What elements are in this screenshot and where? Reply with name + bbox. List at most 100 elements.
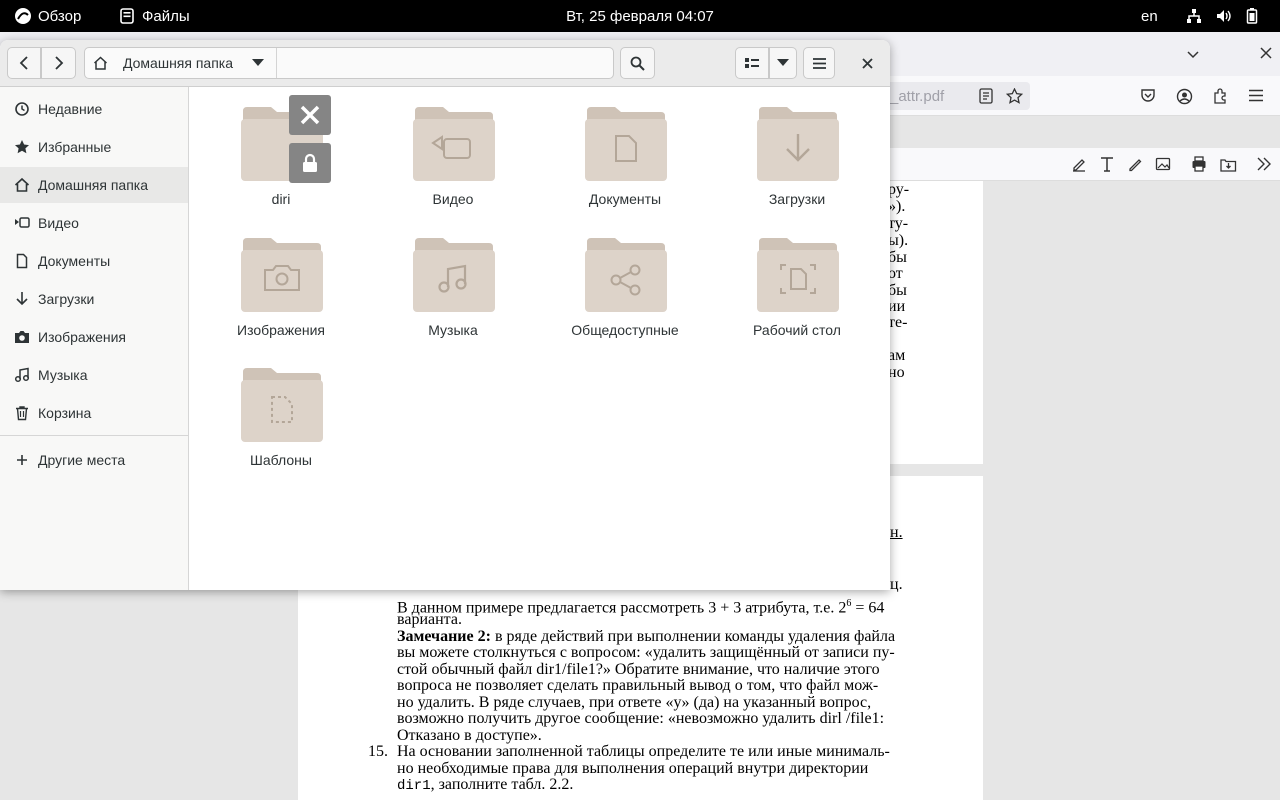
files-app-icon (120, 8, 134, 24)
volume-icon (1217, 10, 1231, 22)
file-item-desktop[interactable]: Рабочий стол (711, 218, 883, 338)
close-window-button[interactable] (852, 47, 882, 79)
chevron-left-icon (19, 56, 28, 70)
sidebar-separator (0, 435, 188, 436)
pdf-line: варианта. (397, 611, 462, 628)
crumb-menu-triangle-icon[interactable] (252, 59, 264, 67)
tab-list-chevron-icon[interactable] (1186, 47, 1200, 61)
sidebar-item-documents[interactable]: Документы (0, 243, 188, 279)
video-folder-icon (413, 107, 495, 181)
sidebar-item-pictures[interactable]: Изображения (0, 319, 188, 355)
documents-folder-icon (585, 107, 667, 181)
pdf-line: те- (888, 314, 908, 331)
file-item-name: Изображения (237, 322, 325, 338)
sidebar-item-label: Избранные (38, 139, 112, 155)
unreadable-emblem-icon (289, 95, 331, 135)
save-pdf-icon[interactable] (1220, 156, 1237, 172)
places-sidebar: Недавние Избранные Домашняя папка Видео … (0, 87, 189, 590)
sidebar-item-home[interactable]: Домашняя папка (0, 167, 188, 203)
hamburger-menu-icon (812, 57, 826, 69)
sidebar-item-downloads[interactable]: Загрузки (0, 281, 188, 317)
pdf-line: ру- (888, 181, 910, 198)
print-icon[interactable] (1191, 156, 1207, 172)
file-item-pictures[interactable]: Изображения (195, 218, 367, 338)
search-button[interactable] (620, 47, 655, 79)
clock-icon (15, 102, 29, 116)
close-icon (861, 57, 873, 69)
network-icon (1187, 9, 1201, 23)
desktop-folder-icon (757, 238, 839, 312)
files-grid: diri Видео Документы Загрузки Изображени… (189, 87, 890, 590)
draw-tool-icon[interactable] (1127, 156, 1143, 172)
search-icon (630, 56, 645, 71)
file-item-name: Рабочий стол (753, 322, 841, 338)
sidebar-item-label: Домашняя папка (38, 177, 149, 193)
sidebar-item-starred[interactable]: Избранные (0, 129, 188, 165)
file-item-templates[interactable]: Шаблоны (195, 348, 367, 468)
account-icon[interactable] (1176, 88, 1193, 105)
file-item-downloads[interactable]: Загрузки (711, 87, 883, 207)
lock-emblem-icon (289, 143, 331, 183)
public-share-folder-icon (585, 238, 667, 312)
pictures-folder-icon (241, 238, 323, 312)
file-manager-window: Домашняя папка Недавние Избранные Домашн… (0, 40, 890, 590)
sidebar-item-label: Музыка (38, 367, 88, 383)
text-tool-icon[interactable] (1099, 156, 1115, 172)
list-view-icon (745, 58, 759, 68)
path-crumb-home[interactable]: Домашняя папка (85, 48, 277, 78)
sidebar-item-recent[interactable]: Недавние (0, 91, 188, 127)
sidebar-item-music[interactable]: Музыка (0, 357, 188, 393)
pdf-line: н. (890, 524, 903, 541)
header-bar: Домашняя папка (0, 40, 890, 87)
path-crumb-label: Домашняя папка (123, 55, 234, 71)
file-item-name: Шаблоны (250, 452, 312, 468)
pdf-line: ам (888, 347, 906, 364)
view-mode-button[interactable] (735, 47, 769, 79)
file-item-name: Музыка (428, 322, 478, 338)
forward-button[interactable] (41, 47, 76, 79)
pdf-list-number: 15. (368, 743, 388, 760)
pdf-line: ц. (890, 576, 903, 593)
file-item-music[interactable]: Музыка (367, 218, 539, 338)
image-tool-icon[interactable] (1155, 156, 1171, 172)
back-button[interactable] (7, 47, 41, 79)
file-item-name: Загрузки (768, 191, 826, 207)
activities-label: Обзор (38, 7, 82, 25)
file-item-name: diri (271, 191, 291, 207)
file-item-name: Общедоступные (571, 322, 679, 338)
sidebar-item-videos[interactable]: Видео (0, 205, 188, 241)
pdf-line: возможно получить другое сообщение: «нев… (397, 710, 885, 727)
sidebar-item-label: Недавние (38, 101, 103, 117)
system-tray[interactable] (1186, 0, 1258, 32)
url-text: _attr.pdf (890, 88, 945, 105)
keyboard-layout-indicator[interactable]: en (1141, 8, 1158, 25)
reader-view-icon[interactable] (979, 88, 993, 104)
main-menu-button[interactable] (803, 47, 835, 79)
pdf-line: от (888, 265, 903, 282)
video-icon (15, 217, 30, 228)
more-tools-chevron-icon[interactable] (1256, 157, 1272, 171)
file-item-name: Документы (588, 191, 662, 207)
bookmark-star-icon[interactable] (1006, 88, 1023, 104)
activities-button[interactable]: Обзор (14, 0, 81, 32)
sidebar-item-trash[interactable]: Корзина (0, 395, 188, 431)
sidebar-item-other-locations[interactable]: Другие места (0, 442, 188, 478)
file-item-videos[interactable]: Видео (367, 87, 539, 207)
browser-close-icon[interactable] (1260, 47, 1272, 59)
file-item-public[interactable]: Общедоступные (539, 218, 711, 338)
pdf-line: но (888, 364, 905, 381)
app-menu-button[interactable]: Файлы (120, 0, 190, 32)
browser-menu-icon[interactable] (1249, 89, 1263, 102)
path-bar[interactable]: Домашняя папка (84, 47, 614, 79)
file-item-documents[interactable]: Документы (539, 87, 711, 207)
clock[interactable]: Вт, 25 февраля 04:07 (566, 8, 714, 25)
file-item-diri[interactable]: diri (195, 87, 367, 207)
highlight-tool-icon[interactable] (1071, 156, 1087, 172)
pocket-icon[interactable] (1140, 88, 1156, 104)
extensions-icon[interactable] (1212, 88, 1228, 104)
star-icon (15, 140, 29, 154)
camera-icon (15, 331, 29, 343)
distro-logo-icon (15, 8, 31, 24)
battery-icon (1246, 8, 1258, 24)
view-options-button[interactable] (769, 47, 797, 79)
